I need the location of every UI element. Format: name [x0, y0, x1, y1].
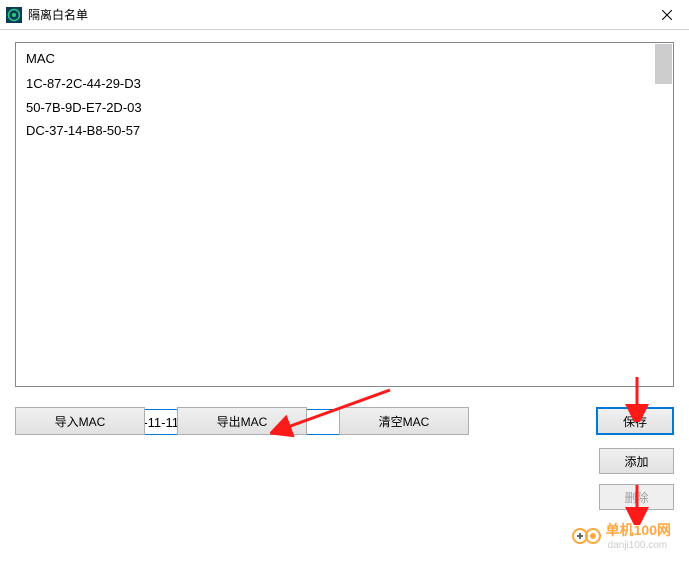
watermark-text: 单机100网 [606, 520, 671, 540]
watermark-sub: danji100.com [608, 540, 671, 551]
save-button[interactable]: 保存 [596, 407, 674, 435]
clear-mac-button[interactable]: 清空MAC [339, 407, 469, 435]
content-area: MAC 1C-87-2C-44-29-D3 50-7B-9D-E7-2D-03 … [0, 30, 689, 450]
list-item[interactable]: DC-37-14-B8-50-57 [26, 119, 663, 143]
app-icon [6, 7, 22, 23]
export-mac-button[interactable]: 导出MAC [177, 407, 307, 435]
titlebar: 隔离白名单 [0, 0, 689, 30]
close-button[interactable] [644, 0, 689, 30]
add-button[interactable]: 添加 [599, 448, 674, 474]
import-mac-button[interactable]: 导入MAC [15, 407, 145, 435]
save-button-wrap: 保存 [596, 407, 674, 435]
watermark: 单机100网 danji100.com [572, 520, 671, 551]
list-item[interactable]: 50-7B-9D-E7-2D-03 [26, 96, 663, 120]
window-title: 隔离白名单 [28, 6, 644, 23]
list-header: MAC [26, 51, 663, 66]
delete-button: 删除 [599, 484, 674, 510]
scrollbar[interactable] [655, 44, 672, 84]
bottom-row: 导入MAC 导出MAC 清空MAC [15, 407, 469, 435]
mac-list-panel[interactable]: MAC 1C-87-2C-44-29-D3 50-7B-9D-E7-2D-03 … [15, 42, 674, 387]
side-buttons: 添加 删除 [599, 448, 674, 510]
list-item[interactable]: 1C-87-2C-44-29-D3 [26, 72, 663, 96]
watermark-icon [572, 526, 602, 546]
